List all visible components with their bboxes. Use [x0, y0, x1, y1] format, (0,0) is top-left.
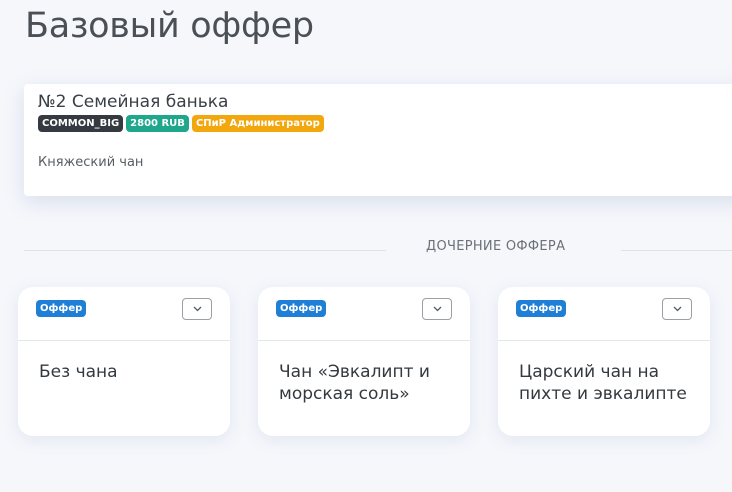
child-offer-card[interactable]: Оффер Царский чан на пихте и эвкалипте [498, 287, 710, 436]
child-offer-card[interactable]: Оффер Без чана [18, 287, 230, 436]
child-offer-header: Оффер [498, 287, 710, 341]
page-title: Базовый оффер [25, 6, 314, 46]
section-divider-right [621, 250, 732, 251]
child-offer-header: Оффер [258, 287, 470, 341]
section-label: ДОЧЕРНИЕ ОФФЕРА [426, 239, 566, 254]
dropdown-button[interactable] [182, 298, 212, 320]
child-offer-header: Оффер [18, 287, 230, 341]
child-offer-title: Царский чан на пихте и эвкалипте [519, 362, 687, 404]
chevron-down-icon [193, 306, 202, 312]
offer-badge: Оффер [516, 300, 567, 317]
base-offer-badges: COMMON_BIG 2800 RUB СПиР Администратор [38, 115, 324, 132]
chevron-down-icon [673, 306, 682, 312]
dropdown-button[interactable] [662, 298, 692, 320]
owner-badge: СПиР Администратор [191, 115, 324, 132]
chevron-down-icon [433, 306, 442, 312]
offer-badge: Оффер [36, 300, 87, 317]
base-offer-title: №2 Семейная банька [38, 92, 229, 112]
base-offer-card: №2 Семейная банька COMMON_BIG 2800 RUB С… [24, 84, 732, 196]
tag-badge: COMMON_BIG [38, 115, 124, 132]
child-offer-title: Без чана [39, 362, 118, 382]
dropdown-button[interactable] [422, 298, 452, 320]
offer-badge: Оффер [276, 300, 327, 317]
child-offer-title: Чан «Эвкалипт и морская соль» [279, 362, 430, 404]
section-divider-left [24, 250, 386, 251]
price-badge: 2800 RUB [126, 115, 189, 132]
child-offer-card[interactable]: Оффер Чан «Эвкалипт и морская соль» [258, 287, 470, 436]
base-offer-description: Княжеский чан [38, 155, 144, 170]
